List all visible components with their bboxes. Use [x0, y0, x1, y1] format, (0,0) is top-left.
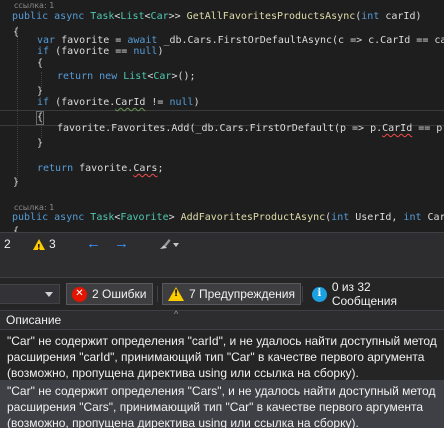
code-line-close-brace: } [37, 138, 44, 149]
code-line-open-brace: { [37, 112, 44, 123]
errors-indicator[interactable]: 2 [4, 236, 11, 252]
code-editor[interactable]: ссылка: 1 public async Task<List<Car>> G… [0, 0, 444, 232]
errors-filter-label: 2 Ошибки [92, 287, 147, 301]
error-list-row[interactable]: "Car" не содержит определения "Cars", и … [0, 380, 444, 428]
error-description-line: "Car" не содержит определения "Cars", и … [7, 384, 436, 398]
code-line-return-new-list: return new List<Car>(); [57, 71, 196, 82]
errors-filter-button[interactable]: ✕ 2 Ошибки [66, 283, 153, 305]
error-description-line: "Car" не содержит определения "carId", и… [7, 334, 437, 348]
scope-dropdown[interactable] [0, 284, 60, 304]
panel-header-strip [0, 254, 444, 278]
code-line-method-signature: public async Task<List<Car>> GetAllFavor… [12, 11, 422, 22]
warning-icon [168, 287, 184, 301]
code-line-open-brace: { [13, 27, 20, 38]
warning-icon [33, 238, 45, 256]
column-header-description[interactable]: Описание ^ [0, 309, 444, 330]
error-icon: ✕ [72, 286, 87, 302]
warnings-indicator[interactable]: 3 [33, 236, 56, 256]
code-line-open-brace: { [13, 226, 20, 232]
warnings-count: 3 [49, 237, 56, 251]
chevron-down-icon [45, 292, 53, 297]
code-line-return-cars: return favorite.Cars; [37, 163, 164, 174]
code-line-if-null: if (favorite == null) [37, 46, 164, 57]
info-icon: i [312, 286, 327, 302]
brush-icon [160, 239, 179, 249]
error-list-toolbar: ✕ 2 Ошибки 7 Предупреждения i 0 из 32 Со… [0, 278, 444, 310]
errors-count: 2 [4, 237, 11, 251]
indent-guide [17, 26, 18, 184]
error-description-line: расширения "Cars", принимающий тип "Car"… [7, 400, 424, 414]
code-line-favorites-add: favorite.Favorites.Add(_db.Cars.FirstOrD… [57, 123, 444, 134]
arrow-right-icon[interactable]: → [114, 236, 129, 252]
code-line-if-carid: if (favorite.CarId != null) [37, 97, 200, 108]
messages-filter-label: 0 из 32 Сообщения [331, 280, 397, 308]
sort-indicator-icon: ^ [174, 309, 179, 319]
cleanup-brush-icon[interactable] [158, 236, 180, 252]
toolbar-separator [302, 286, 303, 302]
error-list-row[interactable]: "Car" не содержит определения "carId", и… [0, 330, 444, 380]
messages-filter-button[interactable]: i 0 из 32 Сообщения [306, 280, 444, 308]
code-line-method-signature: public async Task<Favorite> AddFavorites… [12, 212, 444, 223]
editor-status-bar: 2 3 ← → [0, 232, 444, 256]
code-line-open-brace: { [37, 58, 44, 69]
code-line-close-brace: } [13, 177, 20, 188]
error-description-line: (возможно, пропущена директива using или… [7, 366, 359, 380]
error-list-panel: ✕ 2 Ошибки 7 Предупреждения i 0 из 32 Со… [0, 254, 444, 428]
error-description-line: (возможно, пропущена директива using или… [7, 416, 359, 428]
column-description-label: Описание [6, 313, 62, 327]
warnings-filter-button[interactable]: 7 Предупреждения [162, 283, 301, 305]
error-description-line: расширения "carId", принимающий тип "Car… [7, 350, 425, 364]
arrow-left-icon[interactable]: ← [86, 236, 101, 252]
warnings-filter-label: 7 Предупреждения [189, 287, 295, 301]
toolbar-separator [157, 286, 158, 302]
